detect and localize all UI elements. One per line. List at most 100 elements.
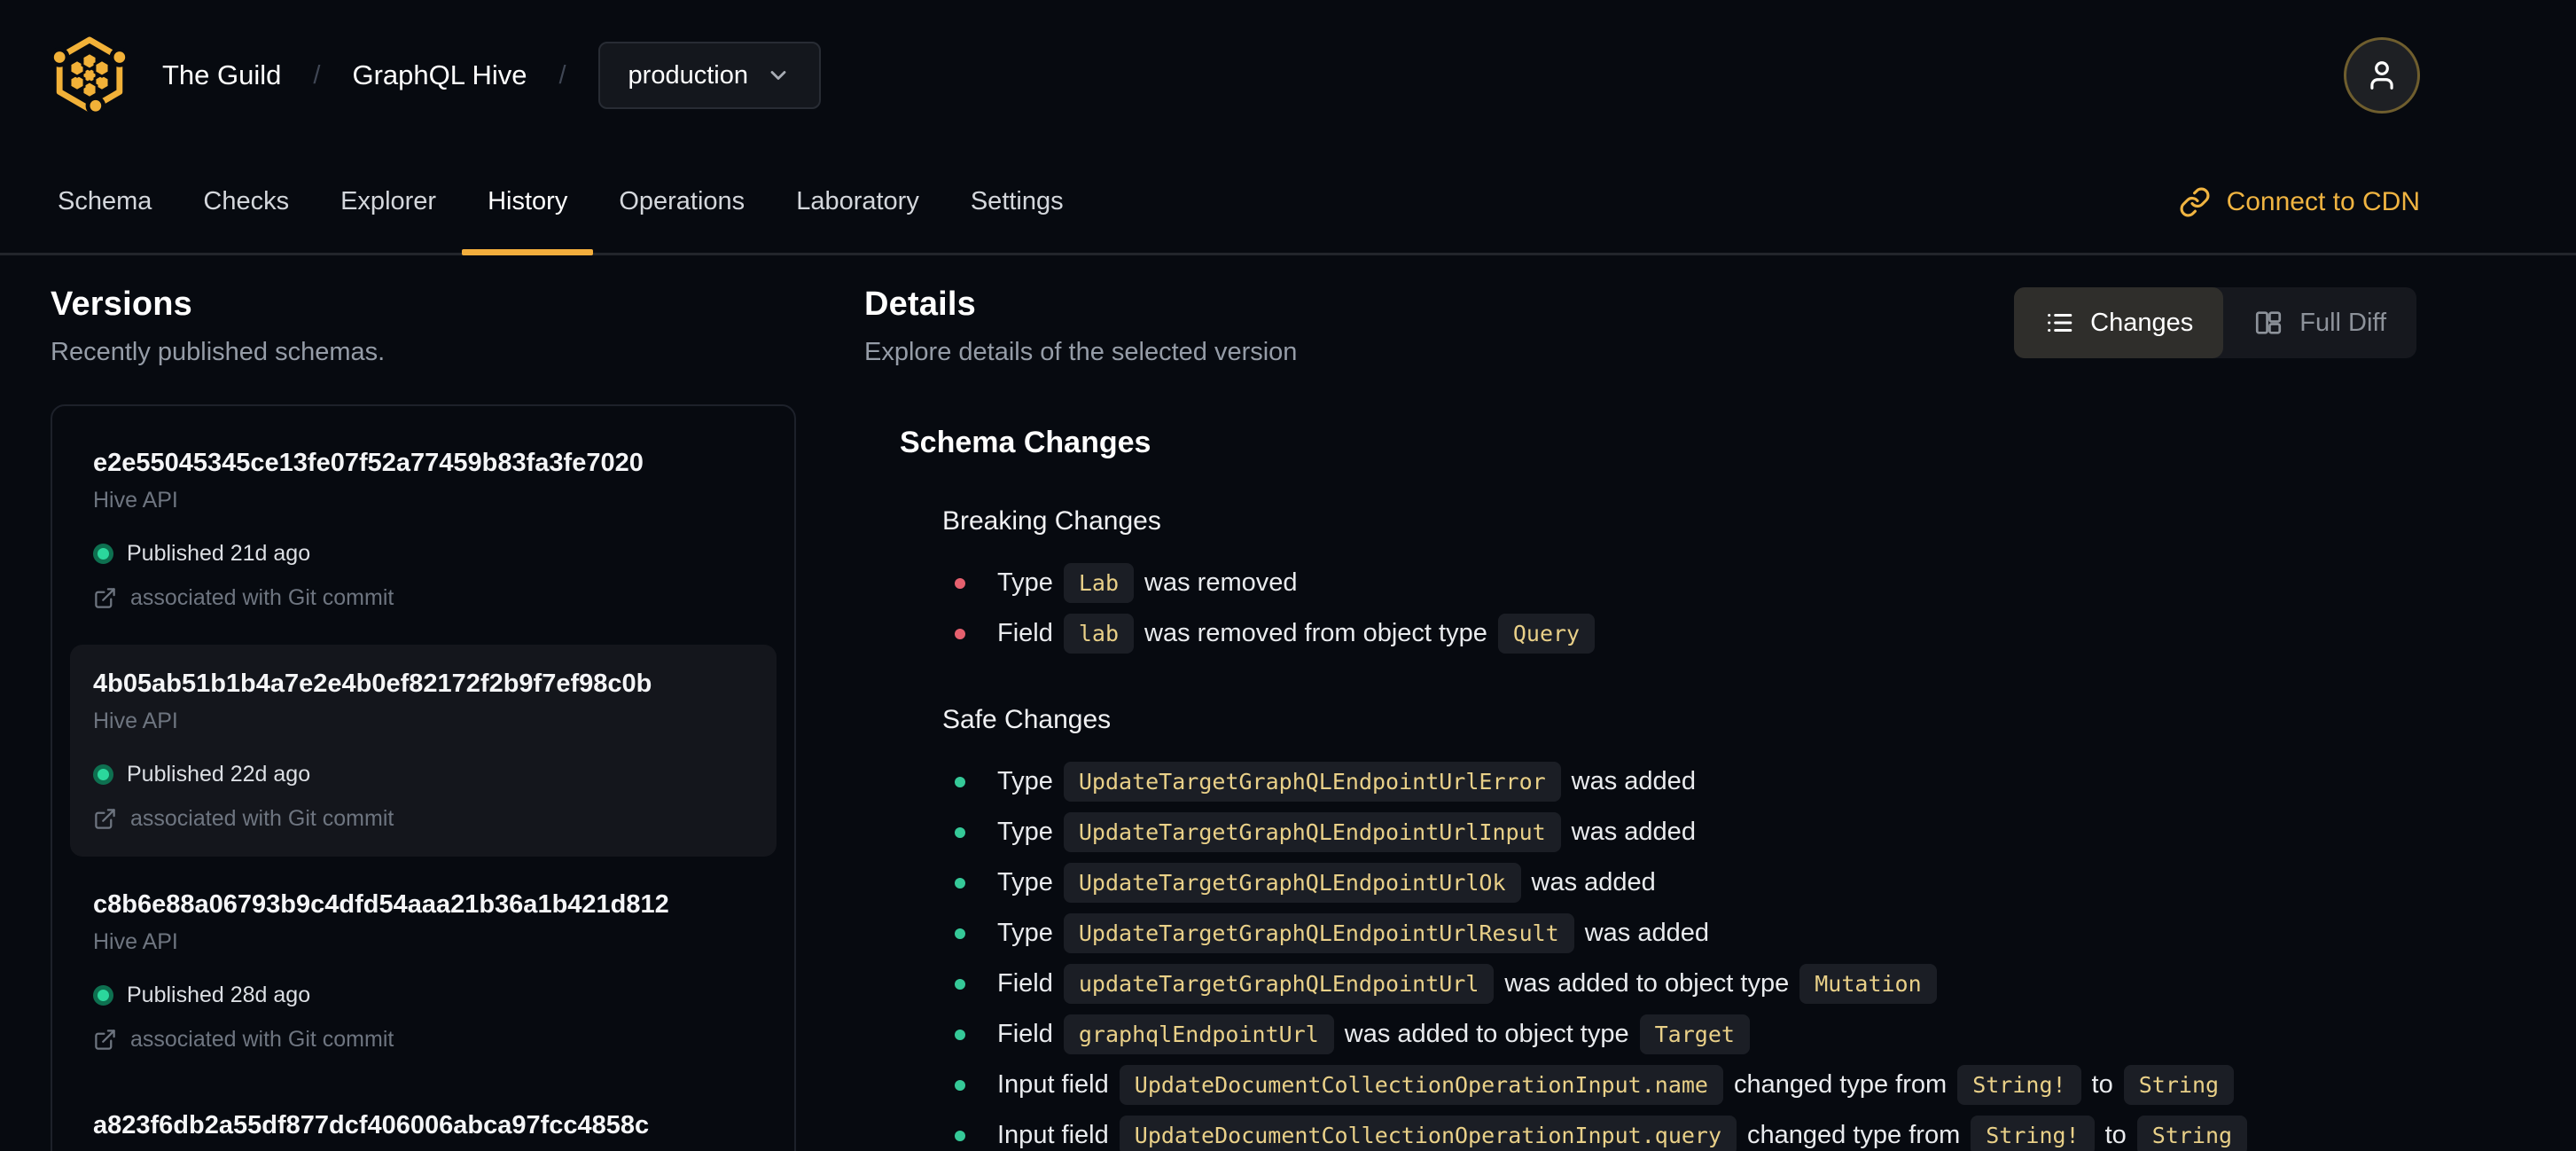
change-row: Input field UpdateDocumentCollectionOpera… [955, 1110, 2416, 1151]
bullet-icon [955, 776, 965, 787]
change-row: Type UpdateTargetGraphQLEndpointUrlInput w… [955, 807, 2416, 857]
main-content: Versions Recently published schemas. e2e… [0, 255, 2576, 1151]
connect-to-cdn-label: Connect to CDN [2226, 186, 2420, 216]
change-text: was removed from object type [1144, 619, 1487, 647]
change-text: was added [1531, 868, 1656, 897]
publish-status: Published 28d ago [93, 983, 753, 1008]
safe-changes-title: Safe Changes [942, 705, 1112, 734]
version-card[interactable]: a823f6db2a55df877dcf406006abca97fcc4858c… [70, 1086, 777, 1151]
code-chip: UpdateTargetGraphQLEndpointUrlError [1063, 762, 1561, 802]
version-hash: a823f6db2a55df877dcf406006abca97fcc4858c [93, 1111, 650, 1139]
chevron-down-icon [770, 71, 786, 80]
change-row: Field updateTargetGraphQLEndpointUrl was a… [955, 959, 2416, 1009]
change-row: Type Lab was removed [955, 558, 2416, 608]
code-chip: Query [1497, 614, 1596, 654]
version-card[interactable]: 4b05ab51b1b4a7e2e4b0ef82172f2b9f7ef98c0b… [70, 645, 777, 857]
bullet-icon [955, 877, 965, 889]
external-link-icon [95, 588, 115, 608]
change-text: to [2104, 1121, 2127, 1149]
schema-changes-title: Schema Changes [900, 426, 1151, 459]
target-selector-value: production [628, 60, 748, 90]
change-text: Input field [997, 1070, 1109, 1099]
safe-changes-list: Type UpdateTargetGraphQLEndpointUrlError w… [955, 756, 2416, 1151]
changes-toggle-button[interactable]: Changes [2014, 287, 2224, 358]
tab-history[interactable]: History [462, 151, 594, 255]
changes-toggle-label: Changes [2090, 308, 2194, 337]
code-chip: String! [1957, 1065, 2081, 1105]
code-chip: String! [1971, 1116, 2095, 1151]
change-row: Type UpdateTargetGraphQLEndpointUrlResult… [955, 908, 2416, 959]
git-commit-link[interactable]: associated with Git commit [93, 806, 753, 832]
bullet-icon [955, 577, 965, 589]
change-text: changed type from [1747, 1121, 1961, 1149]
breadcrumb-separator: / [558, 60, 566, 90]
change-text: Field [997, 969, 1053, 998]
published-dot-icon [93, 544, 113, 564]
code-chip: UpdateTargetGraphQLEndpointUrlResult [1063, 913, 1574, 953]
breadcrumb-org[interactable]: The Guild [162, 59, 281, 91]
tab-operations[interactable]: Operations [593, 151, 770, 253]
change-text: Type [997, 767, 1053, 795]
service-name: Hive API [93, 709, 178, 733]
tab-schema[interactable]: Schema [32, 151, 177, 253]
change-text: to [2091, 1070, 2113, 1099]
versions-title: Versions [51, 286, 193, 323]
bullet-icon [955, 1079, 965, 1091]
code-chip: Lab [1063, 563, 1135, 603]
code-chip: UpdateTargetGraphQLEndpointUrlInput [1063, 812, 1561, 852]
change-text: was removed [1144, 568, 1298, 597]
hive-logo-icon[interactable] [51, 36, 129, 114]
change-text: Type [997, 919, 1053, 947]
tab-laboratory[interactable]: Laboratory [770, 151, 945, 253]
version-card[interactable]: e2e55045345ce13fe07f52a77459b83fa3fe7020… [70, 424, 777, 636]
code-chip: graphqlEndpointUrl [1063, 1014, 1334, 1054]
change-text: Field [997, 619, 1053, 647]
code-chip: Mutation [1799, 964, 1937, 1004]
change-row: Type UpdateTargetGraphQLEndpointUrlError w… [955, 756, 2416, 807]
change-text: Type [997, 868, 1053, 897]
tab-explorer[interactable]: Explorer [315, 151, 462, 253]
change-text: was added to object type [1504, 969, 1790, 998]
git-commit-link[interactable]: associated with Git commit [93, 585, 753, 611]
versions-panel: Versions Recently published schemas. e2e… [51, 286, 796, 1151]
tab-checks[interactable]: Checks [177, 151, 315, 253]
top-bar: The Guild / GraphQL Hive / production [0, 0, 2576, 151]
breadcrumb-project[interactable]: GraphQL Hive [352, 59, 527, 91]
change-row: Type UpdateTargetGraphQLEndpointUrlOk was … [955, 857, 2416, 908]
breaking-changes-list: Type Lab was removed Field lab was removed fr… [955, 558, 2416, 659]
code-chip: lab [1063, 614, 1135, 654]
split-columns-icon [2256, 311, 2282, 334]
nav-tab-bar: Schema Checks Explorer History Operations Lab… [0, 151, 2576, 255]
service-name: Hive API [93, 929, 178, 954]
full-diff-toggle-button[interactable]: Full Diff [2223, 287, 2416, 358]
link-icon [2180, 187, 2210, 216]
user-menu-button[interactable] [2344, 37, 2420, 114]
change-row: Field lab was removed from object type Quer… [955, 608, 2416, 659]
tab-settings[interactable]: Settings [945, 151, 1089, 253]
external-link-icon [95, 1030, 115, 1050]
bullet-icon [955, 928, 965, 939]
target-selector-dropdown[interactable]: production [597, 42, 821, 109]
git-commit-link[interactable]: associated with Git commit [93, 1027, 753, 1053]
change-row: Input field UpdateDocumentCollectionOpera… [955, 1060, 2416, 1110]
change-text: Input field [997, 1121, 1109, 1149]
details-panel: Details Explore details of the selected … [864, 286, 2416, 1151]
change-text: Field [997, 1020, 1053, 1048]
version-card[interactable]: c8b6e88a06793b9c4dfd54aaa21b36a1b421d812… [70, 865, 777, 1077]
code-chip: UpdateDocumentCollectionOperationInput.n… [1119, 1065, 1723, 1105]
change-row: Field graphqlEndpointUrl was added to obje… [955, 1009, 2416, 1060]
bullet-icon [955, 1130, 965, 1141]
change-text: changed type from [1733, 1070, 1948, 1099]
version-hash: c8b6e88a06793b9c4dfd54aaa21b36a1b421d812 [93, 890, 669, 919]
code-chip: UpdateDocumentCollectionOperationInput.q… [1119, 1116, 1737, 1151]
details-subtitle: Explore details of the selected version [864, 338, 1298, 366]
change-text: Type [997, 568, 1053, 597]
connect-to-cdn-button[interactable]: Connect to CDN [2179, 186, 2420, 218]
tab-list: Schema Checks Explorer History Operations Lab… [32, 151, 1089, 255]
code-chip: updateTargetGraphQLEndpointUrl [1063, 964, 1495, 1004]
bullet-icon [955, 826, 965, 838]
code-chip: UpdateTargetGraphQLEndpointUrlOk [1063, 863, 1521, 903]
full-diff-toggle-label: Full Diff [2299, 308, 2386, 337]
versions-subtitle: Recently published schemas. [51, 338, 386, 366]
code-chip: String [2123, 1065, 2235, 1105]
